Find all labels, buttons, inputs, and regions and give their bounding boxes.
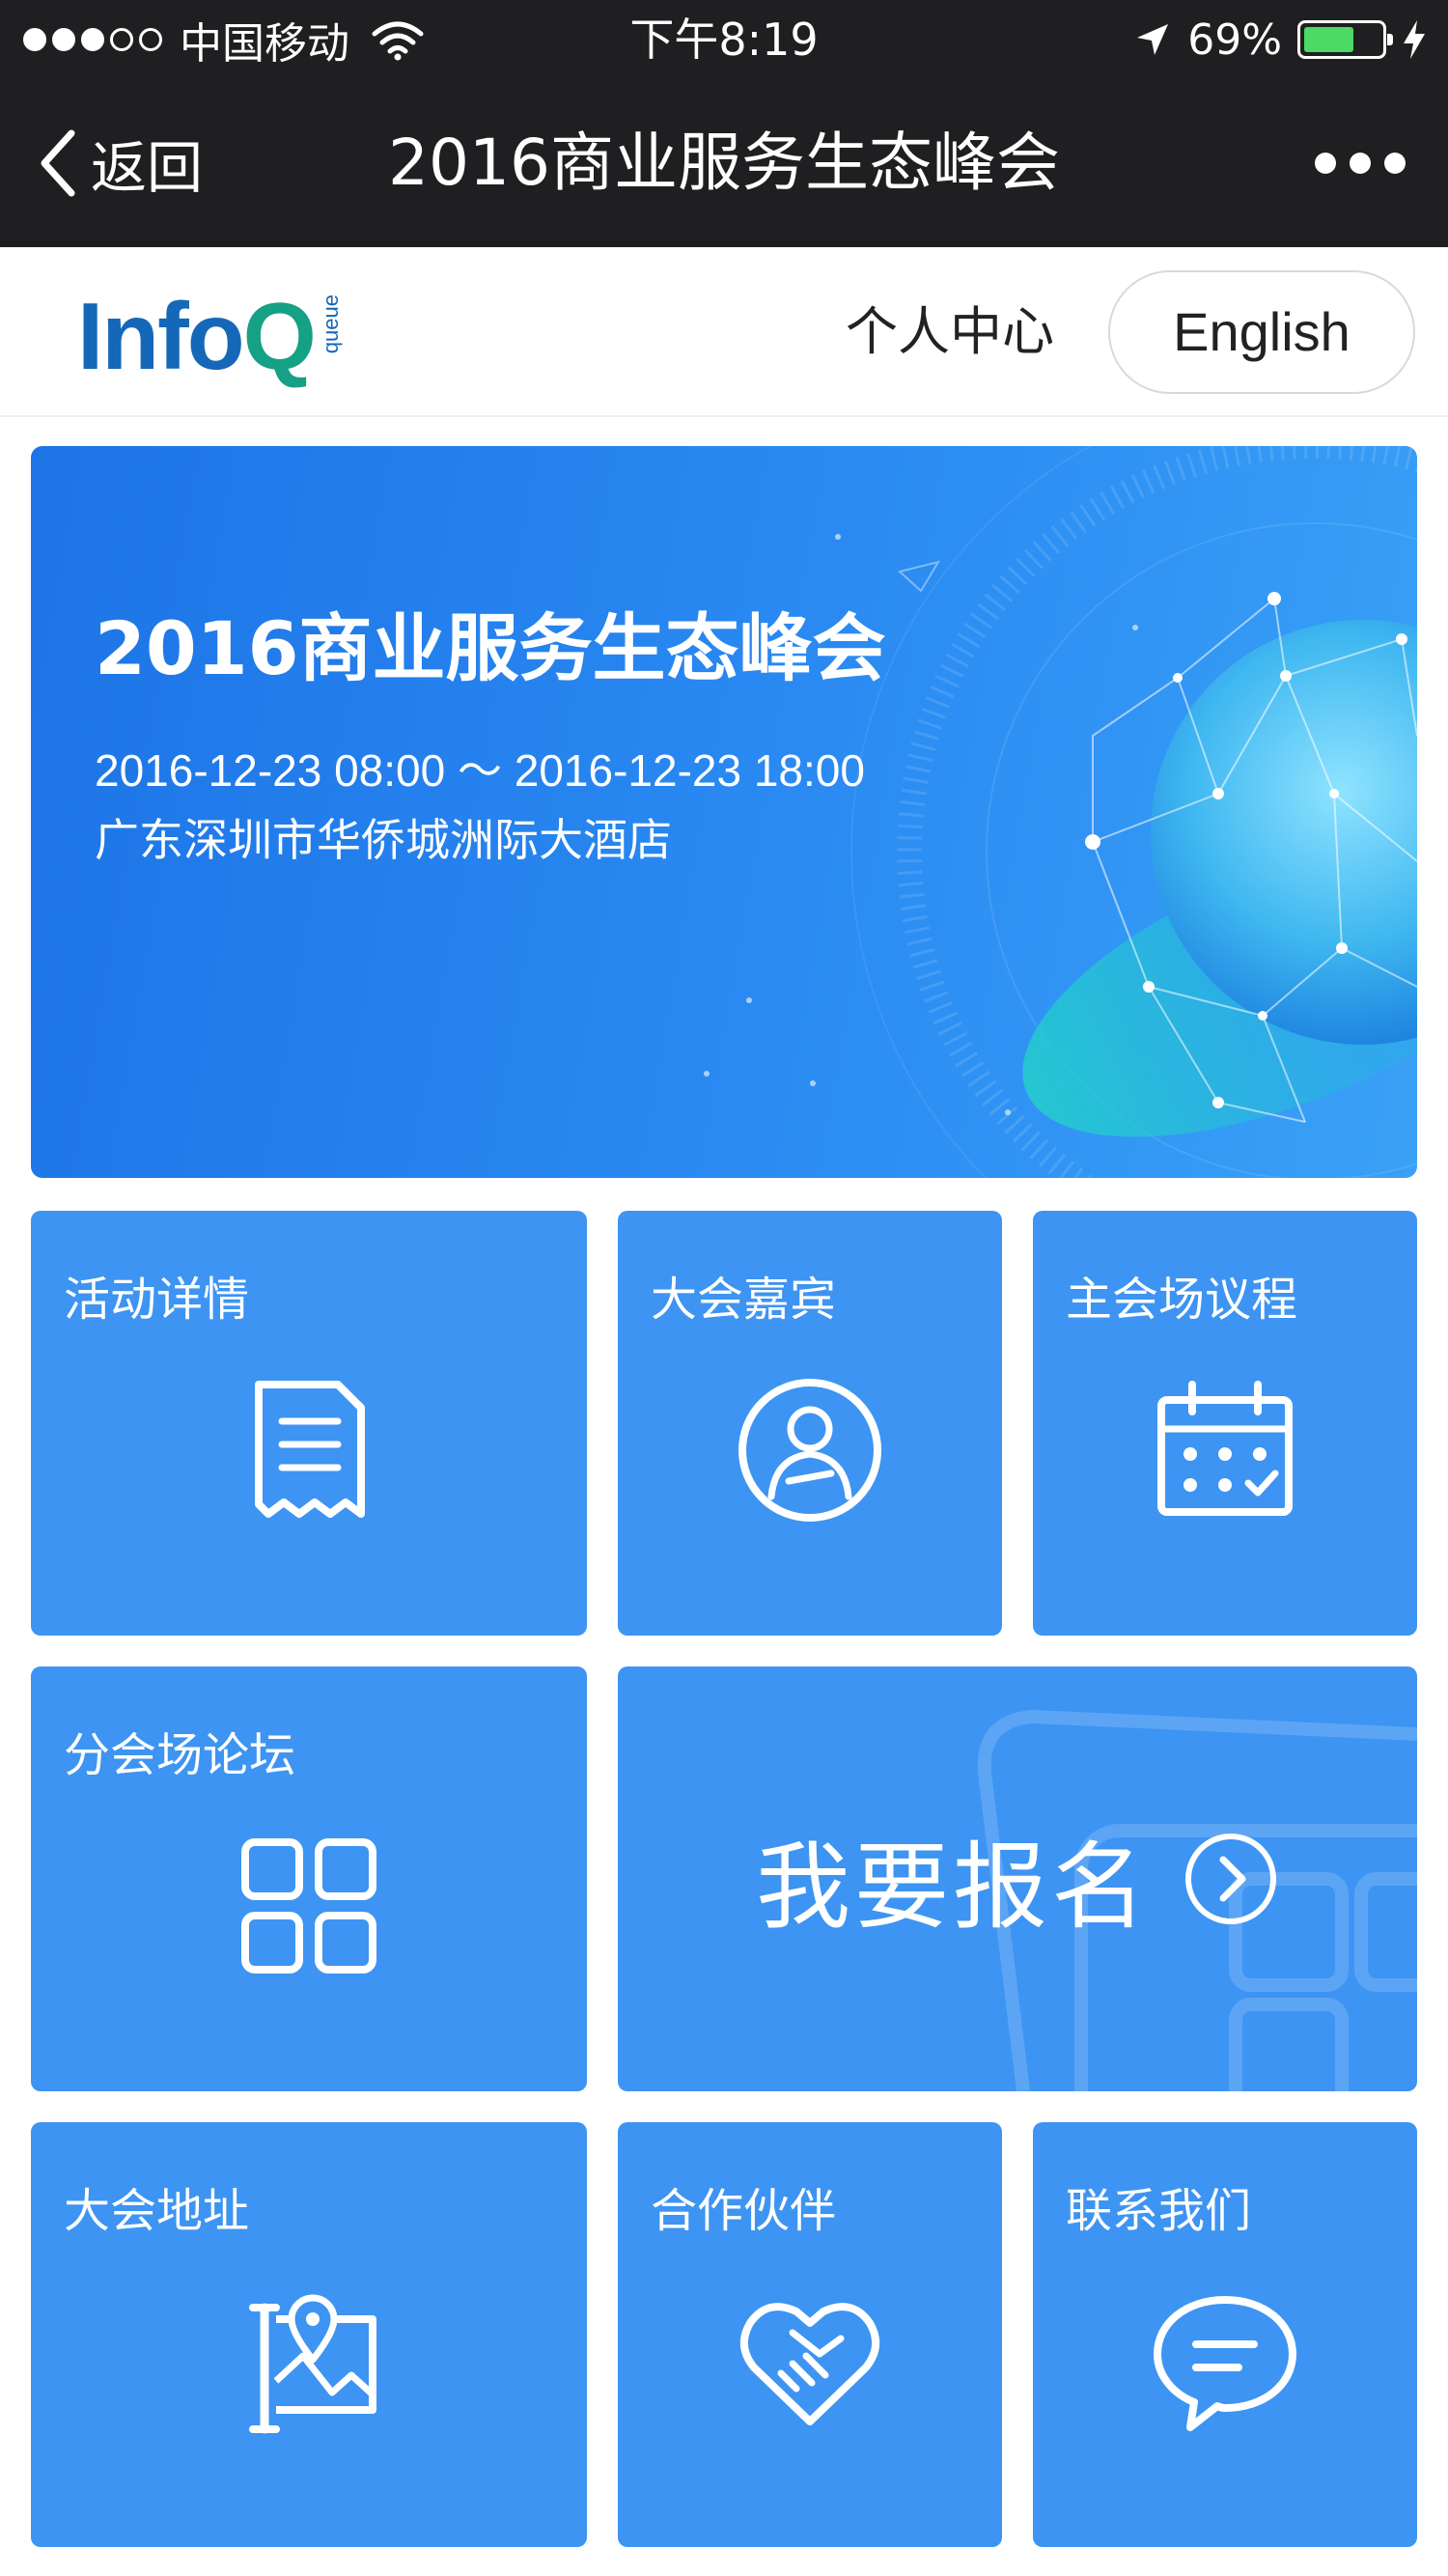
- grid-icon: [241, 1838, 376, 1974]
- tile-sub-forums[interactable]: 分会场论坛: [31, 1666, 587, 2091]
- document-icon: [255, 1381, 365, 1518]
- signup-label: 我要报名: [755, 1833, 1150, 1943]
- logo-tag: queue: [318, 294, 343, 353]
- signup-content: 我要报名: [618, 1666, 1417, 2091]
- english-button[interactable]: English: [1108, 270, 1415, 394]
- logo-text-q: Q: [242, 283, 317, 389]
- handshake-icon: [740, 2303, 879, 2425]
- page-title: 2016商业服务生态峰会: [388, 126, 1060, 200]
- status-bar: 中国移动 下午8:19 69%: [0, 0, 1448, 79]
- tile-venue-address[interactable]: 大会地址: [31, 2122, 587, 2547]
- logo-text-info: Info: [77, 283, 245, 389]
- event-address: 广东深圳市华侨城洲际大酒店: [95, 814, 672, 866]
- battery-percent: 69%: [1187, 14, 1282, 65]
- tile-guests[interactable]: 大会嘉宾: [618, 1211, 1002, 1636]
- event-banner: 2016商业服务生态峰会 2016-12-23 08:00 ～ 2016-12-…: [31, 446, 1417, 1178]
- tile-label: 大会嘉宾: [651, 1273, 837, 1327]
- battery-icon: [1297, 20, 1393, 59]
- tile-event-details[interactable]: 活动详情: [31, 1211, 587, 1636]
- location-arrow-icon: [1137, 24, 1169, 55]
- tile-label: 合作伙伴: [651, 2184, 837, 2238]
- tile-main-agenda[interactable]: 主会场议程: [1033, 1211, 1417, 1636]
- nav-bar: 返回 2016商业服务生态峰会: [0, 79, 1448, 247]
- arrow-circle-right-icon: [1185, 1834, 1276, 1924]
- tile-label: 主会场议程: [1066, 1273, 1298, 1327]
- tile-contact-us[interactable]: 联系我们: [1033, 2122, 1417, 2547]
- banner-title: 2016商业服务生态峰会: [95, 605, 886, 691]
- guest-icon: [738, 1379, 881, 1522]
- more-dots-icon[interactable]: [1315, 79, 1406, 247]
- battery-fill: [1304, 27, 1354, 52]
- user-center-link[interactable]: 个人中心: [846, 247, 1054, 417]
- tile-label: 联系我们: [1066, 2184, 1252, 2238]
- infoq-logo[interactable]: Info Q queue: [77, 283, 344, 389]
- chat-bubble-icon: [1154, 2296, 1296, 2431]
- charging-bolt-icon: [1404, 20, 1425, 59]
- calendar-icon: [1157, 1381, 1293, 1516]
- tile-partners[interactable]: 合作伙伴: [618, 2122, 1002, 2547]
- map-pin-icon: [249, 2294, 376, 2434]
- tile-label: 活动详情: [64, 1273, 250, 1327]
- tile-label: 分会场论坛: [64, 1728, 296, 1782]
- status-right: 69%: [1133, 0, 1427, 79]
- signup-button[interactable]: 我要报名: [618, 1666, 1417, 2091]
- event-time: 2016-12-23 08:00 ～ 2016-12-23 18:00: [95, 745, 865, 796]
- tile-label: 大会地址: [64, 2184, 250, 2238]
- site-header: Info Q queue 个人中心 English: [0, 247, 1448, 417]
